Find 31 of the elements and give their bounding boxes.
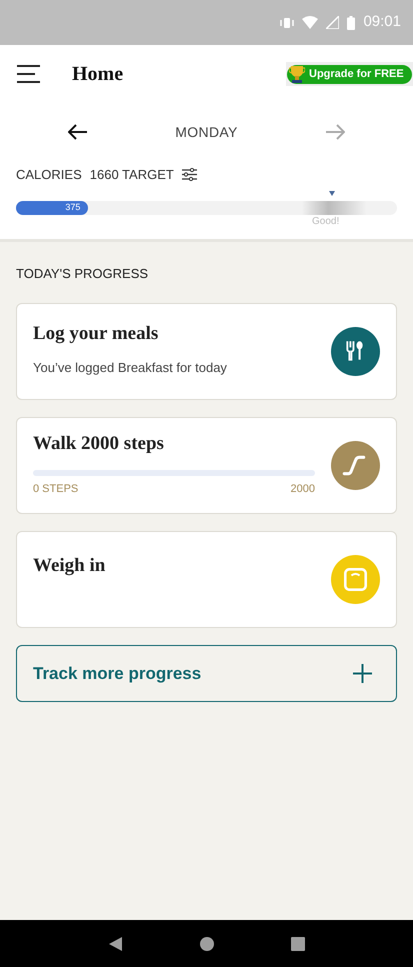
back-icon[interactable] [108, 936, 122, 950]
calories-label: CALORIES [16, 166, 82, 184]
clock: 09:01 [363, 12, 401, 32]
card-title: Walk 2000 steps [33, 432, 165, 456]
back-arrow-icon[interactable] [68, 124, 88, 140]
calorie-target: 1660 TARGET [90, 166, 174, 184]
card-title: Weigh in [33, 554, 106, 578]
card-subtitle: You’ve logged Breakfast for today [33, 358, 228, 377]
vibrate-icon [280, 16, 294, 28]
track-more-button[interactable]: Track more progress [16, 645, 397, 702]
signal-icon [326, 16, 340, 29]
target-marker-icon [329, 190, 335, 196]
menu-icon[interactable] [17, 65, 40, 83]
progress-card[interactable]: Log your meals You’ve logged Breakfast for today [16, 303, 397, 400]
good-label: Good! [312, 216, 340, 226]
section-title: TODAY'S PROGRESS [16, 264, 150, 282]
steps-count: 0 STEPS [33, 482, 78, 496]
battery-icon [347, 16, 356, 30]
adjust-icon[interactable] [182, 168, 197, 182]
plus-icon [353, 664, 372, 683]
trophy-icon [289, 65, 305, 83]
page-title: Home [72, 62, 124, 87]
home-icon[interactable] [200, 936, 214, 950]
day-label: MONDAY [175, 122, 238, 142]
steps-goal: 2000 [290, 482, 315, 496]
progress-card[interactable]: Weigh in [16, 531, 397, 628]
calorie-count: 375 [65, 200, 80, 214]
card-title: Log your meals [33, 322, 160, 346]
wifi-icon [302, 16, 318, 29]
recents-icon[interactable] [290, 936, 304, 950]
progress-card[interactable]: Walk 2000 steps 0 STEPS 2000 [16, 417, 397, 514]
